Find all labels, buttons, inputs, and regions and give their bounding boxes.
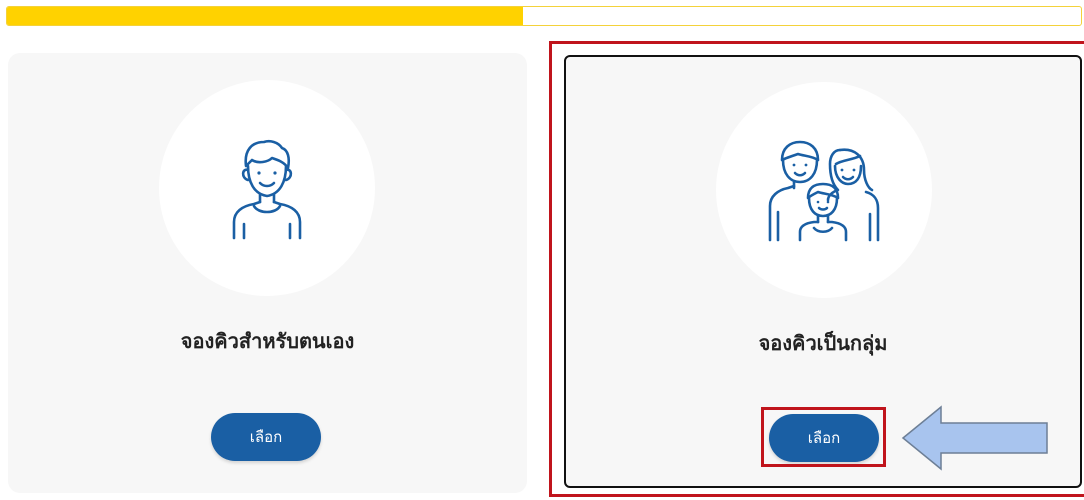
single-person-icon (232, 139, 302, 240)
arrow-left-icon (901, 405, 1048, 471)
icon-circle (716, 82, 932, 298)
option-title: จองคิวสำหรับตนเอง (180, 329, 355, 353)
progress-bar (6, 6, 1082, 26)
select-button[interactable]: เลือก (211, 413, 321, 461)
icon-circle (159, 80, 375, 296)
select-button[interactable]: เลือก (769, 414, 879, 462)
progress-bar-fill (7, 7, 523, 25)
option-title: จองคิวเป็นกลุ่ม (758, 331, 888, 355)
family-group-icon (768, 140, 880, 242)
option-card-individual[interactable]: จองคิวสำหรับตนเอง เลือก (8, 53, 527, 493)
